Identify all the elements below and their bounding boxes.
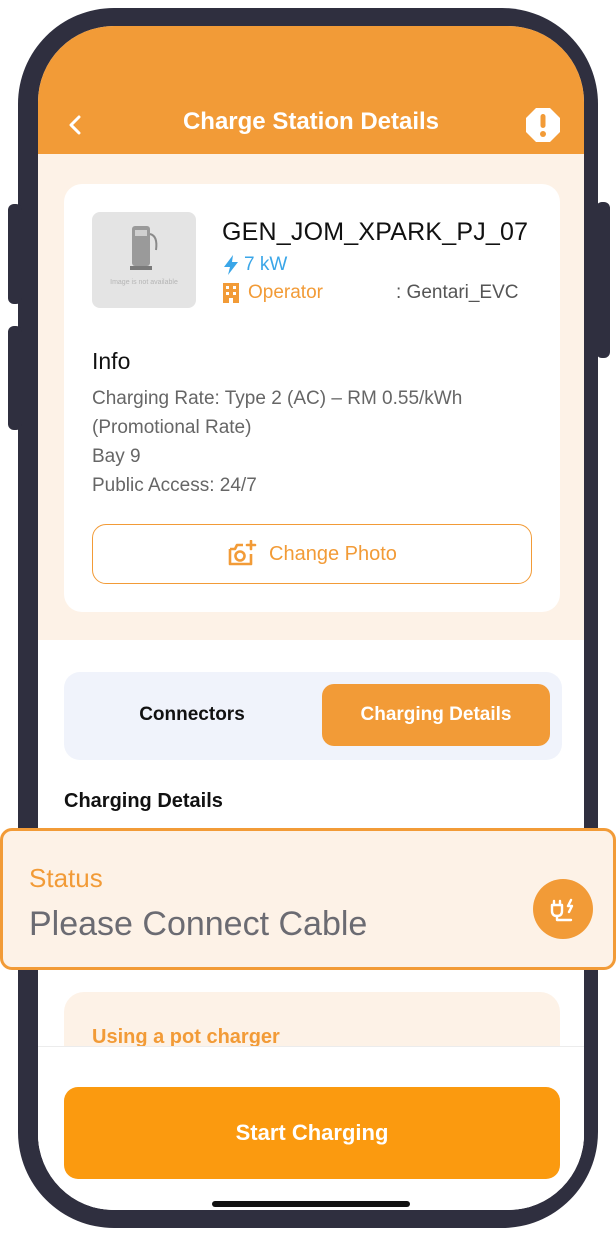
station-name: GEN_JOM_XPARK_PJ_07 [222,218,529,246]
phone-side-button [596,202,610,358]
info-list: Charging Rate: Type 2 (AC) – RM 0.55/kWh… [92,384,532,500]
station-image: Image is not available [92,212,196,308]
camera-add-icon [228,540,257,566]
home-indicator [212,1201,410,1207]
alert-octagon-icon [526,108,560,142]
operator-value: : Gentari_EVC [396,282,519,303]
phone-side-button [8,326,22,430]
report-issue-button[interactable] [524,106,562,144]
info-charging-rate: Charging Rate: Type 2 (AC) – RM 0.55/kWh [92,388,463,409]
status-value: Please Connect Cable [29,905,368,943]
charger-placeholder-icon [130,226,158,270]
lightning-icon [224,255,238,275]
change-photo-label: Change Photo [269,542,397,565]
building-icon [223,283,239,303]
page-title: Charge Station Details [182,108,440,135]
app-screen: Charge Station Details Image is not avai… [38,26,584,1210]
charging-details-heading: Charging Details [64,790,223,812]
image-unavailable-caption: Image is not available [110,279,178,286]
change-photo-button[interactable]: Change Photo [92,524,532,584]
plug-icon [550,898,574,922]
bottom-action-bar: Start Charging [38,1046,584,1210]
app-header: Charge Station Details [38,26,584,154]
power-value: 7 kW [244,254,288,275]
status-banner: Status Please Connect Cable [0,828,616,970]
connector-status-button[interactable] [533,879,593,939]
tab-switcher: Connectors Charging Details [64,672,562,760]
status-label: Status [29,863,103,893]
tab-charging-details[interactable]: Charging Details [322,684,550,746]
operator-row: Operator [222,282,323,304]
info-promo-rate: (Promotional Rate) [92,417,252,438]
operator-label: Operator [248,282,323,303]
phone-side-button [8,204,22,304]
info-bay: Bay 9 [92,446,141,467]
power-rating: 7 kW [222,254,287,276]
start-charging-button[interactable]: Start Charging [64,1087,560,1179]
info-public-access: Public Access: 24/7 [92,475,257,496]
tab-connectors[interactable]: Connectors [78,684,306,746]
station-card: Image is not available GEN_JOM_XPARK_PJ_… [64,184,560,612]
info-heading: Info [92,348,131,374]
